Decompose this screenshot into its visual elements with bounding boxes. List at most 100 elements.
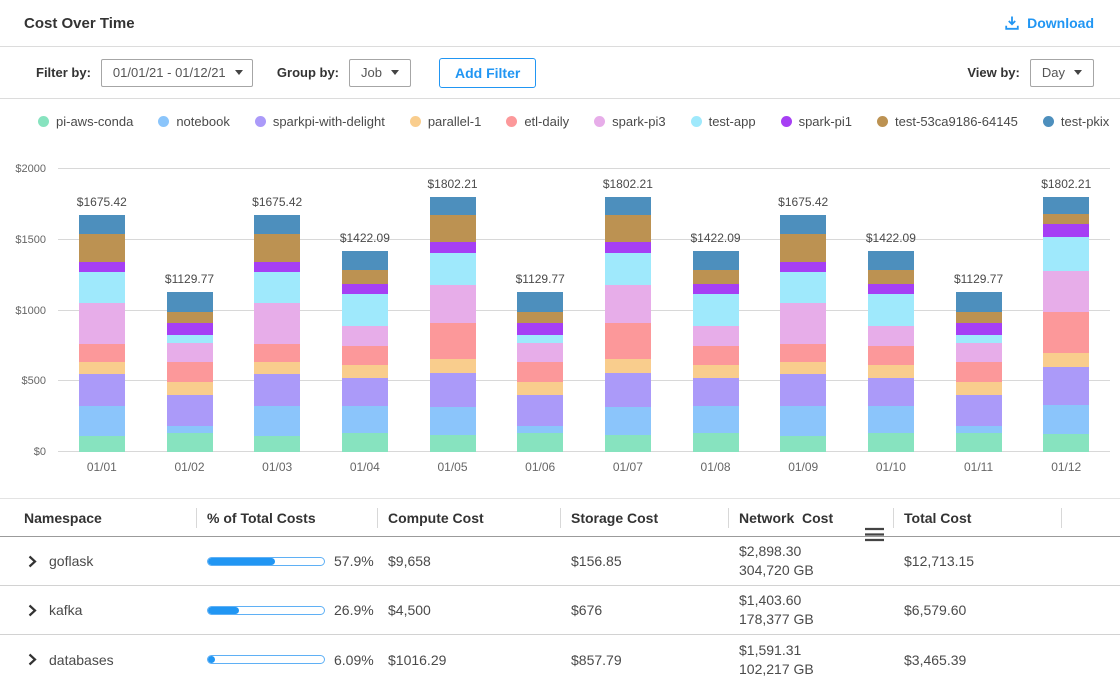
bar-segment-etl-daily[interactable] bbox=[956, 362, 1002, 382]
legend-item-test-app[interactable]: test-app bbox=[691, 114, 756, 129]
bar-segment-test-app[interactable] bbox=[693, 294, 739, 327]
bar-segment-pi-aws-conda[interactable] bbox=[956, 433, 1002, 452]
bar-segment-etl-daily[interactable] bbox=[693, 346, 739, 365]
bar-stack-01/07[interactable] bbox=[605, 197, 651, 452]
bar-segment-pi-aws-conda[interactable] bbox=[693, 433, 739, 452]
bar-segment-spark-pi3[interactable] bbox=[1043, 271, 1089, 312]
bar-segment-spark-pi1[interactable] bbox=[605, 242, 651, 253]
bar-segment-spark-pi3[interactable] bbox=[79, 303, 125, 344]
menu-icon[interactable] bbox=[825, 511, 885, 561]
bar-segment-pi-aws-conda[interactable] bbox=[342, 433, 388, 452]
bar-stack-01/02[interactable] bbox=[167, 292, 213, 452]
bar-segment-parallel-1[interactable] bbox=[254, 362, 300, 374]
bar-segment-spark-pi3[interactable] bbox=[254, 303, 300, 344]
bar-stack-01/10[interactable] bbox=[868, 251, 914, 452]
bar-segment-test-53ca9186-64145[interactable] bbox=[868, 270, 914, 283]
bar-segment-parallel-1[interactable] bbox=[868, 365, 914, 378]
bar-segment-etl-daily[interactable] bbox=[167, 362, 213, 382]
bar-segment-pi-aws-conda[interactable] bbox=[517, 433, 563, 452]
bar-segment-pi-aws-conda[interactable] bbox=[868, 433, 914, 452]
bar-segment-parallel-1[interactable] bbox=[956, 382, 1002, 396]
bar-segment-notebook[interactable] bbox=[79, 406, 125, 436]
bar-segment-notebook[interactable] bbox=[167, 426, 213, 433]
bar-segment-test-app[interactable] bbox=[605, 253, 651, 285]
bar-segment-etl-daily[interactable] bbox=[79, 344, 125, 362]
bar-segment-spark-pi1[interactable] bbox=[868, 284, 914, 294]
bar-segment-notebook[interactable] bbox=[254, 406, 300, 436]
bar-segment-pi-aws-conda[interactable] bbox=[605, 435, 651, 452]
expand-chevron-icon[interactable] bbox=[27, 652, 38, 667]
legend-item-notebook[interactable]: notebook bbox=[158, 114, 230, 129]
download-button[interactable]: Download bbox=[1004, 15, 1094, 31]
bar-segment-test-app[interactable] bbox=[254, 272, 300, 303]
bar-segment-test-53ca9186-64145[interactable] bbox=[167, 312, 213, 323]
bar-segment-test-app[interactable] bbox=[868, 294, 914, 327]
legend-item-etl-daily[interactable]: etl-daily bbox=[506, 114, 569, 129]
group-by-select[interactable]: Job bbox=[349, 59, 411, 87]
legend-item-sparkpi-with-delight[interactable]: sparkpi-with-delight bbox=[255, 114, 385, 129]
view-by-select[interactable]: Day bbox=[1030, 59, 1094, 87]
bar-segment-etl-daily[interactable] bbox=[254, 344, 300, 362]
bar-segment-test-pkix[interactable] bbox=[79, 215, 125, 234]
bar-segment-test-pkix[interactable] bbox=[1043, 197, 1089, 214]
bar-segment-etl-daily[interactable] bbox=[868, 346, 914, 365]
bar-segment-parallel-1[interactable] bbox=[780, 362, 826, 374]
bar-stack-01/06[interactable] bbox=[517, 292, 563, 452]
bar-segment-sparkpi-with-delight[interactable] bbox=[605, 373, 651, 408]
bar-segment-pi-aws-conda[interactable] bbox=[1043, 434, 1089, 452]
bar-segment-test-pkix[interactable] bbox=[956, 292, 1002, 312]
bar-segment-parallel-1[interactable] bbox=[517, 382, 563, 396]
bar-segment-test-pkix[interactable] bbox=[342, 251, 388, 271]
bar-segment-test-53ca9186-64145[interactable] bbox=[693, 270, 739, 283]
bar-segment-parallel-1[interactable] bbox=[167, 382, 213, 396]
bar-segment-test-53ca9186-64145[interactable] bbox=[342, 270, 388, 283]
bar-segment-test-app[interactable] bbox=[780, 272, 826, 303]
bar-segment-notebook[interactable] bbox=[430, 407, 476, 434]
bar-segment-test-pkix[interactable] bbox=[868, 251, 914, 271]
bar-stack-01/04[interactable] bbox=[342, 251, 388, 452]
legend-item-test-pkix[interactable]: test-pkix bbox=[1043, 114, 1109, 129]
bar-segment-spark-pi3[interactable] bbox=[167, 343, 213, 362]
expand-chevron-icon[interactable] bbox=[27, 554, 38, 569]
bar-segment-test-app[interactable] bbox=[430, 253, 476, 285]
bar-segment-spark-pi1[interactable] bbox=[956, 323, 1002, 336]
bar-stack-01/03[interactable] bbox=[254, 215, 300, 452]
bar-segment-spark-pi3[interactable] bbox=[342, 326, 388, 346]
bar-segment-test-53ca9186-64145[interactable] bbox=[254, 234, 300, 262]
bar-stack-01/12[interactable] bbox=[1043, 197, 1089, 452]
bar-segment-test-app[interactable] bbox=[1043, 237, 1089, 271]
bar-segment-test-pkix[interactable] bbox=[780, 215, 826, 234]
bar-segment-sparkpi-with-delight[interactable] bbox=[430, 373, 476, 408]
expand-chevron-icon[interactable] bbox=[27, 603, 38, 618]
bar-segment-spark-pi1[interactable] bbox=[79, 262, 125, 272]
bar-segment-spark-pi1[interactable] bbox=[780, 262, 826, 272]
bar-segment-spark-pi1[interactable] bbox=[342, 284, 388, 294]
bar-segment-pi-aws-conda[interactable] bbox=[79, 436, 125, 452]
bar-segment-parallel-1[interactable] bbox=[430, 359, 476, 372]
bar-segment-test-53ca9186-64145[interactable] bbox=[605, 215, 651, 242]
bar-segment-test-pkix[interactable] bbox=[517, 292, 563, 312]
bar-segment-notebook[interactable] bbox=[1043, 405, 1089, 433]
bar-segment-pi-aws-conda[interactable] bbox=[780, 436, 826, 452]
bar-segment-notebook[interactable] bbox=[868, 406, 914, 434]
bar-segment-test-app[interactable] bbox=[79, 272, 125, 303]
bar-segment-test-pkix[interactable] bbox=[254, 215, 300, 234]
bar-stack-01/09[interactable] bbox=[780, 215, 826, 452]
bar-segment-sparkpi-with-delight[interactable] bbox=[868, 378, 914, 406]
bar-stack-01/01[interactable] bbox=[79, 215, 125, 452]
bar-segment-notebook[interactable] bbox=[693, 406, 739, 434]
table-row[interactable]: kafka 26.9% $4,500 $676 $1,403.60 178,37… bbox=[0, 586, 1120, 635]
bar-stack-01/05[interactable] bbox=[430, 197, 476, 452]
bar-segment-test-53ca9186-64145[interactable] bbox=[956, 312, 1002, 323]
bar-segment-test-53ca9186-64145[interactable] bbox=[79, 234, 125, 262]
bar-segment-notebook[interactable] bbox=[780, 406, 826, 436]
bar-segment-spark-pi3[interactable] bbox=[517, 343, 563, 362]
bar-segment-test-app[interactable] bbox=[956, 335, 1002, 343]
legend-item-parallel-1[interactable]: parallel-1 bbox=[410, 114, 481, 129]
bar-stack-01/08[interactable] bbox=[693, 251, 739, 452]
bar-segment-test-pkix[interactable] bbox=[605, 197, 651, 215]
bar-segment-etl-daily[interactable] bbox=[517, 362, 563, 382]
bar-segment-notebook[interactable] bbox=[956, 426, 1002, 433]
bar-segment-etl-daily[interactable] bbox=[605, 323, 651, 359]
bar-segment-spark-pi1[interactable] bbox=[693, 284, 739, 294]
